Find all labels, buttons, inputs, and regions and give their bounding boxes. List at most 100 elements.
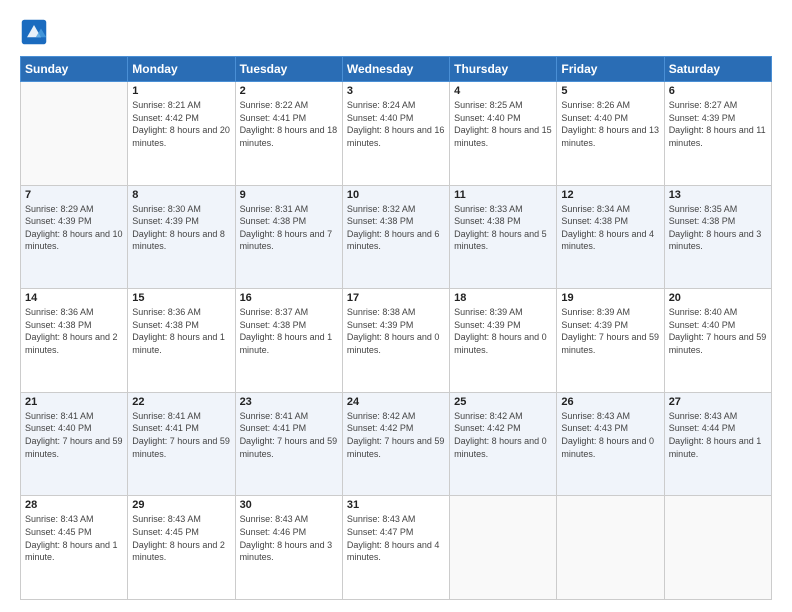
day-number: 2 (240, 85, 338, 97)
cell-info: Sunrise: 8:22 AMSunset: 4:41 PMDaylight:… (240, 99, 338, 149)
calendar-cell: 7Sunrise: 8:29 AMSunset: 4:39 PMDaylight… (21, 185, 128, 289)
calendar-cell: 27 Sunrise: 8:43 AMSunset: 4:44 PMDayligh… (664, 392, 771, 496)
calendar-cell: 21 Sunrise: 8:41 AMSunset: 4:40 PMDayligh… (21, 392, 128, 496)
day-number: 8 (132, 189, 230, 201)
day-number: 27 (669, 396, 767, 408)
calendar-cell: 24 Sunrise: 8:42 AMSunset: 4:42 PMDayligh… (342, 392, 449, 496)
day-number: 25 (454, 396, 552, 408)
calendar-cell: 10 Sunrise: 8:32 AMSunset: 4:38 PMDayligh… (342, 185, 449, 289)
day-header-sunday: Sunday (21, 57, 128, 82)
day-number: 28 (25, 499, 123, 511)
day-header-monday: Monday (128, 57, 235, 82)
day-number: 10 (347, 189, 445, 201)
header (20, 18, 772, 46)
cell-info: Sunrise: 8:40 AMSunset: 4:40 PMDaylight:… (669, 306, 767, 356)
day-number: 14 (25, 292, 123, 304)
cell-info: Sunrise: 8:29 AMSunset: 4:39 PMDaylight:… (25, 203, 123, 253)
calendar-cell: 20 Sunrise: 8:40 AMSunset: 4:40 PMDayligh… (664, 289, 771, 393)
cell-info: Sunrise: 8:32 AMSunset: 4:38 PMDaylight:… (347, 203, 445, 253)
day-number: 4 (454, 85, 552, 97)
day-header-tuesday: Tuesday (235, 57, 342, 82)
page: SundayMondayTuesdayWednesdayThursdayFrid… (0, 0, 792, 612)
day-number: 26 (561, 396, 659, 408)
day-number: 20 (669, 292, 767, 304)
calendar-cell (450, 496, 557, 600)
calendar-week-row: 28 Sunrise: 8:43 AMSunset: 4:45 PMDayligh… (21, 496, 772, 600)
cell-info: Sunrise: 8:43 AMSunset: 4:47 PMDaylight:… (347, 513, 445, 563)
logo (20, 18, 52, 46)
day-number: 6 (669, 85, 767, 97)
cell-info: Sunrise: 8:31 AMSunset: 4:38 PMDaylight:… (240, 203, 338, 253)
day-number: 3 (347, 85, 445, 97)
cell-info: Sunrise: 8:37 AMSunset: 4:38 PMDaylight:… (240, 306, 338, 356)
day-number: 31 (347, 499, 445, 511)
day-number: 22 (132, 396, 230, 408)
day-number: 11 (454, 189, 552, 201)
cell-info: Sunrise: 8:39 AMSunset: 4:39 PMDaylight:… (454, 306, 552, 356)
cell-info: Sunrise: 8:36 AMSunset: 4:38 PMDaylight:… (25, 306, 123, 356)
day-number: 17 (347, 292, 445, 304)
cell-info: Sunrise: 8:43 AMSunset: 4:45 PMDaylight:… (132, 513, 230, 563)
calendar-cell: 5 Sunrise: 8:26 AMSunset: 4:40 PMDaylight… (557, 82, 664, 186)
calendar-header-row: SundayMondayTuesdayWednesdayThursdayFrid… (21, 57, 772, 82)
day-number: 9 (240, 189, 338, 201)
calendar-cell: 19Sunrise: 8:39 AMSunset: 4:39 PMDayligh… (557, 289, 664, 393)
cell-info: Sunrise: 8:30 AMSunset: 4:39 PMDaylight:… (132, 203, 230, 253)
cell-info: Sunrise: 8:27 AMSunset: 4:39 PMDaylight:… (669, 99, 767, 149)
calendar-cell (21, 82, 128, 186)
day-number: 15 (132, 292, 230, 304)
day-number: 5 (561, 85, 659, 97)
day-number: 13 (669, 189, 767, 201)
calendar-cell: 23 Sunrise: 8:41 AMSunset: 4:41 PMDayligh… (235, 392, 342, 496)
calendar-cell: 3 Sunrise: 8:24 AMSunset: 4:40 PMDaylight… (342, 82, 449, 186)
cell-info: Sunrise: 8:41 AMSunset: 4:41 PMDaylight:… (240, 410, 338, 460)
logo-icon (20, 18, 48, 46)
day-number: 30 (240, 499, 338, 511)
calendar-cell: 28Sunrise: 8:43 AMSunset: 4:45 PMDayligh… (21, 496, 128, 600)
calendar-cell: 15 Sunrise: 8:36 AMSunset: 4:38 PMDayligh… (128, 289, 235, 393)
cell-info: Sunrise: 8:43 AMSunset: 4:44 PMDaylight:… (669, 410, 767, 460)
day-header-wednesday: Wednesday (342, 57, 449, 82)
calendar-cell: 26 Sunrise: 8:43 AMSunset: 4:43 PMDayligh… (557, 392, 664, 496)
calendar-cell: 9 Sunrise: 8:31 AMSunset: 4:38 PMDaylight… (235, 185, 342, 289)
day-header-thursday: Thursday (450, 57, 557, 82)
day-header-saturday: Saturday (664, 57, 771, 82)
cell-info: Sunrise: 8:38 AMSunset: 4:39 PMDaylight:… (347, 306, 445, 356)
cell-info: Sunrise: 8:25 AMSunset: 4:40 PMDaylight:… (454, 99, 552, 149)
cell-info: Sunrise: 8:42 AMSunset: 4:42 PMDaylight:… (347, 410, 445, 460)
cell-info: Sunrise: 8:36 AMSunset: 4:38 PMDaylight:… (132, 306, 230, 356)
calendar-cell: 2 Sunrise: 8:22 AMSunset: 4:41 PMDaylight… (235, 82, 342, 186)
calendar-cell: 12Sunrise: 8:34 AMSunset: 4:38 PMDayligh… (557, 185, 664, 289)
cell-info: Sunrise: 8:21 AMSunset: 4:42 PMDaylight:… (132, 99, 230, 149)
calendar-cell (664, 496, 771, 600)
cell-info: Sunrise: 8:26 AMSunset: 4:40 PMDaylight:… (561, 99, 659, 149)
calendar-table: SundayMondayTuesdayWednesdayThursdayFrid… (20, 56, 772, 600)
day-number: 1 (132, 85, 230, 97)
cell-info: Sunrise: 8:33 AMSunset: 4:38 PMDaylight:… (454, 203, 552, 253)
cell-info: Sunrise: 8:42 AMSunset: 4:42 PMDaylight:… (454, 410, 552, 460)
calendar-cell: 11 Sunrise: 8:33 AMSunset: 4:38 PMDayligh… (450, 185, 557, 289)
cell-info: Sunrise: 8:43 AMSunset: 4:43 PMDaylight:… (561, 410, 659, 460)
calendar-cell: 30 Sunrise: 8:43 AMSunset: 4:46 PMDayligh… (235, 496, 342, 600)
calendar-cell: 16Sunrise: 8:37 AMSunset: 4:38 PMDayligh… (235, 289, 342, 393)
day-number: 12 (561, 189, 659, 201)
day-number: 19 (561, 292, 659, 304)
day-number: 23 (240, 396, 338, 408)
calendar-week-row: 7Sunrise: 8:29 AMSunset: 4:39 PMDaylight… (21, 185, 772, 289)
calendar-week-row: 1 Sunrise: 8:21 AMSunset: 4:42 PMDaylight… (21, 82, 772, 186)
calendar-cell: 22Sunrise: 8:41 AMSunset: 4:41 PMDayligh… (128, 392, 235, 496)
cell-info: Sunrise: 8:43 AMSunset: 4:46 PMDaylight:… (240, 513, 338, 563)
cell-info: Sunrise: 8:41 AMSunset: 4:40 PMDaylight:… (25, 410, 123, 460)
day-number: 18 (454, 292, 552, 304)
day-number: 21 (25, 396, 123, 408)
day-number: 24 (347, 396, 445, 408)
cell-info: Sunrise: 8:24 AMSunset: 4:40 PMDaylight:… (347, 99, 445, 149)
calendar-cell: 29 Sunrise: 8:43 AMSunset: 4:45 PMDayligh… (128, 496, 235, 600)
day-number: 29 (132, 499, 230, 511)
calendar-cell: 8 Sunrise: 8:30 AMSunset: 4:39 PMDaylight… (128, 185, 235, 289)
calendar-cell: 14 Sunrise: 8:36 AMSunset: 4:38 PMDayligh… (21, 289, 128, 393)
calendar-cell: 13Sunrise: 8:35 AMSunset: 4:38 PMDayligh… (664, 185, 771, 289)
calendar-week-row: 14 Sunrise: 8:36 AMSunset: 4:38 PMDayligh… (21, 289, 772, 393)
calendar-cell: 25 Sunrise: 8:42 AMSunset: 4:42 PMDayligh… (450, 392, 557, 496)
calendar-cell: 4 Sunrise: 8:25 AMSunset: 4:40 PMDaylight… (450, 82, 557, 186)
